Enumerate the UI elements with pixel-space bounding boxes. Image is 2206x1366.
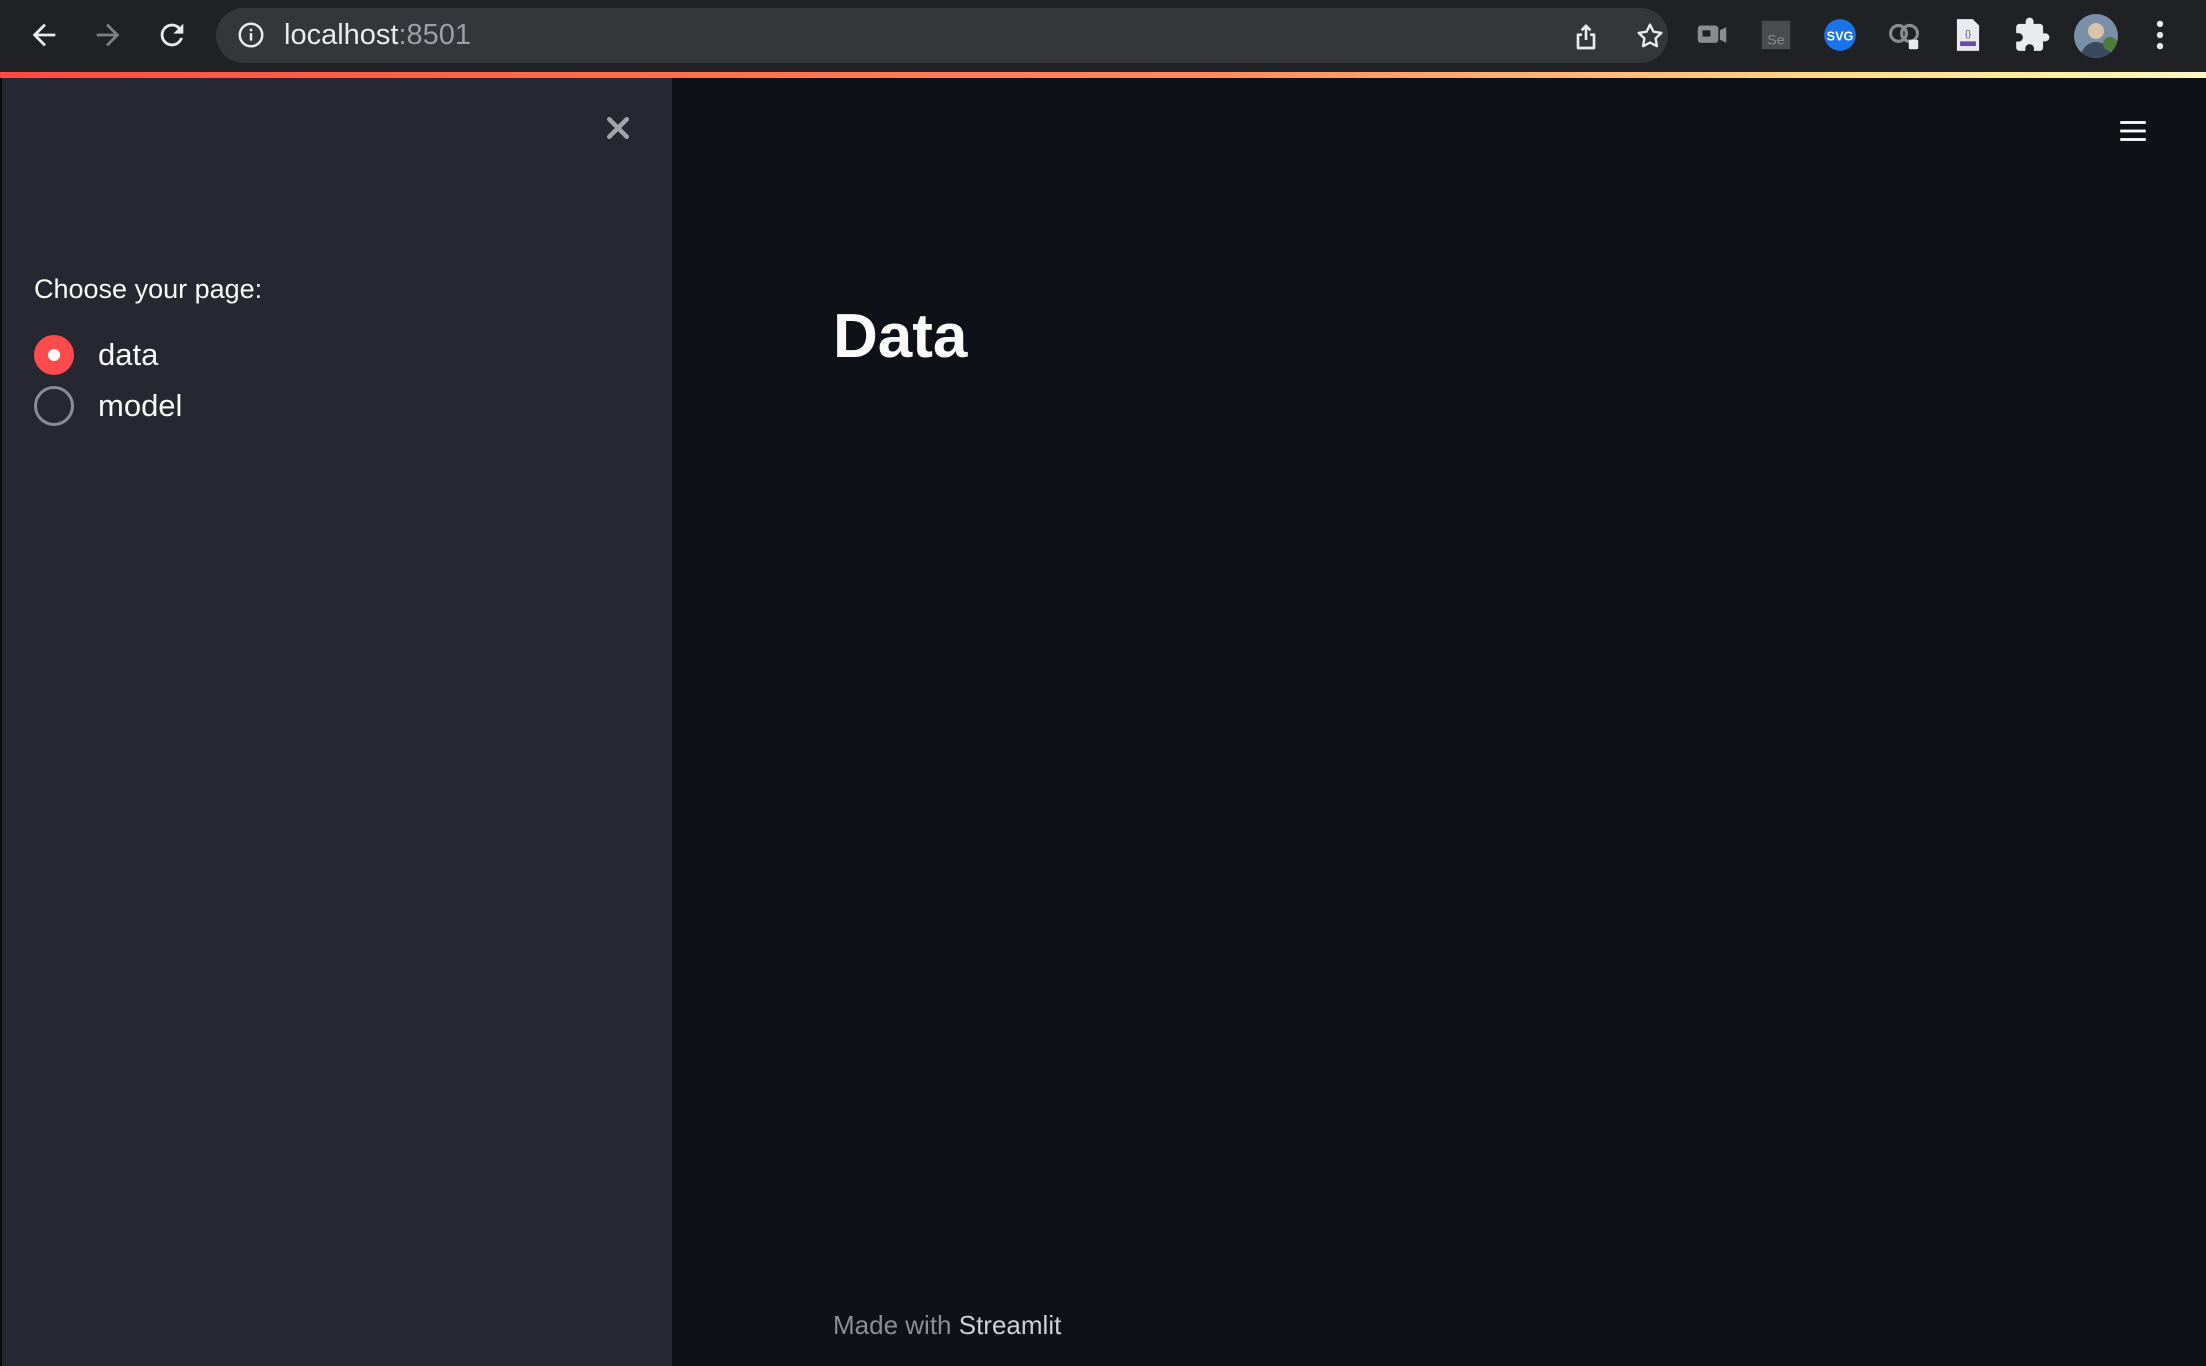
owl-extension-icon[interactable] xyxy=(1883,14,1925,56)
radio-option-data[interactable]: data xyxy=(34,332,434,378)
browser-toolbar: localhost:8501 Se SVG {} xyxy=(0,0,2206,72)
close-sidebar-button[interactable] xyxy=(598,108,638,148)
reload-button[interactable] xyxy=(145,8,199,62)
radio-group-label: Choose your page: xyxy=(34,274,263,304)
url-port: :8501 xyxy=(398,19,472,51)
footer: Made with Streamlit xyxy=(833,1310,1061,1341)
video-capture-extension-icon[interactable] xyxy=(1691,14,1733,56)
selenium-extension-icon[interactable]: Se xyxy=(1755,14,1797,56)
svg-text:SVG: SVG xyxy=(1827,30,1854,44)
sidebar: Choose your page: data model xyxy=(0,78,672,1366)
radio-option-model[interactable]: model xyxy=(34,383,434,429)
share-icon[interactable] xyxy=(1568,18,1604,54)
arrow-left-icon xyxy=(32,23,56,47)
radio-option-label: data xyxy=(98,337,159,372)
back-button[interactable] xyxy=(17,8,71,62)
extensions-puzzle-icon[interactable] xyxy=(2011,14,2053,56)
hamburger-menu-icon xyxy=(2120,121,2146,141)
radio-option-label: model xyxy=(98,388,183,423)
page-title: Data xyxy=(833,302,968,371)
browser-menu-kebab-icon[interactable] xyxy=(2139,14,2181,56)
svg-text:{}: {} xyxy=(1965,29,1971,40)
site-info-icon[interactable] xyxy=(236,20,266,50)
address-bar[interactable]: localhost:8501 xyxy=(216,8,1668,63)
url-text: localhost:8501 xyxy=(284,8,471,63)
forward-button[interactable] xyxy=(81,8,135,62)
footer-prefix: Made with xyxy=(833,1310,952,1340)
svg-extension-icon[interactable]: SVG xyxy=(1819,14,1861,56)
radio-button-checked[interactable] xyxy=(34,335,74,375)
url-host: localhost xyxy=(284,19,399,51)
close-icon xyxy=(607,117,629,139)
main-menu-button[interactable] xyxy=(2110,108,2156,154)
reload-icon xyxy=(160,23,184,47)
footer-streamlit-link[interactable]: Streamlit xyxy=(959,1310,1062,1340)
profile-avatar[interactable] xyxy=(2074,14,2118,58)
bookmark-star-icon[interactable] xyxy=(1632,18,1668,54)
radio-button-unchecked[interactable] xyxy=(34,386,74,426)
svg-text:Se: Se xyxy=(1767,33,1785,49)
json-extension-icon[interactable]: {} xyxy=(1947,14,1989,56)
arrow-right-icon xyxy=(96,23,120,47)
main-content: Data Made with Streamlit xyxy=(672,78,2206,1366)
